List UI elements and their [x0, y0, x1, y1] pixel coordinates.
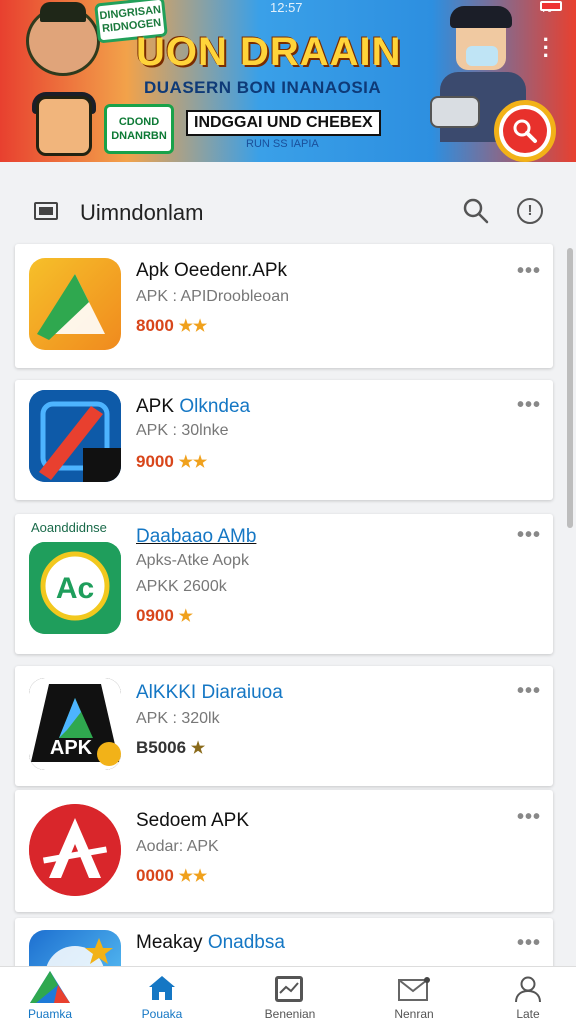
promo-banner[interactable]: DINGRISAN RIDNOGEN 12:57 % UON DRAAIN DU… [0, 0, 576, 162]
more-options-icon[interactable]: ••• [517, 933, 541, 953]
officer-cap-right [450, 6, 512, 28]
app-meta: APK : 320lk [136, 710, 220, 727]
badge-green: CDOND DNANRBN [104, 104, 174, 154]
app-meta-2: APKK 2600k [136, 578, 227, 595]
mail-icon [398, 977, 430, 1001]
status-time: 12:57 [270, 0, 303, 15]
nav-item-3[interactable]: Benenian [240, 967, 340, 1024]
more-options-icon[interactable]: ••• [517, 525, 541, 545]
nav-label: Nenran [394, 1007, 434, 1021]
more-options-icon[interactable]: ••• [517, 681, 541, 701]
app-rating: B5006 ★ [136, 738, 206, 757]
app-rating: 8000 ★★ [136, 316, 208, 335]
list-item[interactable]: APK Olkndea APK : 30lnke 9000 ★★ ••• [15, 380, 553, 500]
officer-cap-left [40, 2, 86, 22]
app-name: APK Olkndea [136, 396, 251, 417]
home-icon [149, 976, 175, 1000]
app-icon-4: APK [29, 678, 121, 770]
list-header: Uimndonlam ! [0, 162, 576, 240]
apk-logo-icon [30, 971, 70, 1003]
app-tag: Aoanddidnse [31, 520, 107, 535]
nav-label: Puamka [27, 1007, 73, 1021]
app-icon-4-text: APK [50, 737, 93, 759]
nav-item-5[interactable]: Late [478, 967, 576, 1024]
more-options-icon[interactable]: ••• [517, 807, 541, 827]
app-meta: APK : 30lnke [136, 422, 229, 439]
app-rating: 0900 ★ [136, 606, 193, 625]
banner-small-subtitle: RUN SS IAPIA [246, 138, 319, 150]
face-mask [466, 46, 498, 66]
library-icon[interactable] [34, 202, 58, 220]
app-name: Apk Oeedenr.APk [136, 260, 288, 281]
banner-pill: INDGGAI UND CHEBEX [186, 110, 381, 136]
page-title: Uimndonlam [80, 200, 204, 225]
nav-item-4[interactable]: Nenran [364, 967, 464, 1024]
robot-illustration [430, 96, 480, 128]
bottom-nav: Puamka Pouaka Benenian Nenran Late [0, 966, 576, 1024]
banner-search-button[interactable] [494, 100, 556, 162]
more-options-icon[interactable]: ••• [517, 395, 541, 415]
app-icon-1 [29, 258, 121, 350]
chart-icon [275, 976, 303, 1002]
banner-subtitle: DUASERN BON INANAOSIA [144, 78, 382, 97]
more-vert-icon[interactable]: · · · [543, 29, 550, 67]
person-icon [515, 976, 541, 1003]
battery-icon [540, 1, 562, 11]
app-icon-5 [29, 804, 121, 896]
search-icon [513, 119, 537, 143]
nav-label: Pouaka [141, 1007, 183, 1021]
app-meta: APK : APIDroobleoan [136, 288, 289, 305]
nav-item-1[interactable]: Puamka [0, 967, 100, 1024]
app-rating: 9000 ★★ [136, 452, 208, 471]
app-name: Sedoem APK [136, 810, 250, 831]
app-icon-3: Ac [29, 542, 121, 634]
nav-label: Late [516, 1007, 540, 1021]
app-meta: Apks-Atke Aopk [136, 552, 249, 569]
app-meta: Aodar: APK [136, 838, 219, 855]
nav-label: Benenian [264, 1007, 316, 1021]
more-options-icon[interactable]: ••• [517, 261, 541, 281]
list-item[interactable]: APK AlKKKI Diaraiuoa APK : 320lk B5006 ★… [15, 666, 553, 786]
nav-item-2[interactable]: Pouaka [112, 967, 212, 1024]
list-item[interactable]: Aoanddidnse Ac Daabaao AMb Apks-Atke Aop… [15, 514, 553, 654]
app-icon-3-text: Ac [56, 572, 94, 605]
banner-title: UON DRAAIN [136, 30, 402, 74]
app-icon-2 [29, 390, 121, 482]
officer-illustration-mid [36, 96, 92, 156]
app-rating: 0000 ★★ [136, 866, 208, 885]
app-name: Daabaao AMb [136, 526, 257, 547]
list-item[interactable]: Sedoem APK Aodar: APK 0000 ★★ ••• [15, 790, 553, 912]
list-item[interactable]: Apk Oeedenr.APk APK : APIDroobleoan 8000… [15, 244, 553, 368]
scrollbar[interactable] [567, 248, 573, 528]
app-name: AlKKKI Diaraiuoa [136, 682, 283, 703]
info-icon[interactable]: ! [517, 198, 543, 224]
app-name: Meakay Onadbsa [136, 932, 285, 953]
search-icon[interactable] [462, 197, 490, 225]
